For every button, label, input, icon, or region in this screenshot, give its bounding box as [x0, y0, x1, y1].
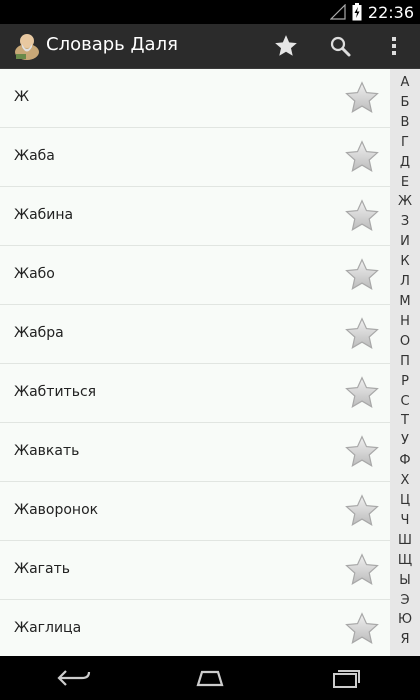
home-button[interactable] [188, 663, 232, 693]
word-label: Жаба [14, 148, 55, 164]
index-letter[interactable]: Р [390, 372, 420, 392]
word-row[interactable]: Ж [0, 69, 390, 128]
star-icon [345, 199, 379, 232]
word-label: Жагать [14, 561, 70, 577]
back-button[interactable] [52, 663, 96, 693]
overflow-menu-icon [392, 37, 396, 55]
index-letter[interactable]: О [390, 332, 420, 352]
star-icon [345, 553, 379, 586]
index-letter[interactable]: Ч [390, 511, 420, 531]
index-letter[interactable]: У [390, 431, 420, 451]
word-label: Жаглица [14, 620, 82, 636]
index-letter[interactable]: Ы [390, 571, 420, 591]
word-row[interactable]: Жаглица [0, 600, 390, 659]
index-letter[interactable]: С [390, 392, 420, 412]
index-letter[interactable]: М [390, 292, 420, 312]
favorite-toggle[interactable] [344, 434, 380, 470]
star-icon [345, 317, 379, 350]
index-letter[interactable]: Б [390, 93, 420, 113]
clock: 22:36 [367, 2, 414, 22]
favorite-toggle[interactable] [344, 493, 380, 529]
favorite-toggle[interactable] [344, 552, 380, 588]
word-label: Жабо [14, 266, 55, 282]
word-label: Жаворонок [14, 502, 99, 518]
star-icon [345, 258, 379, 291]
overflow-menu-button[interactable] [378, 30, 410, 62]
star-icon [345, 435, 379, 468]
favorite-toggle[interactable] [344, 257, 380, 293]
star-icon [345, 494, 379, 527]
back-icon [57, 670, 91, 686]
star-icon [275, 35, 297, 56]
word-row[interactable]: Жаба [0, 128, 390, 187]
recents-button[interactable] [324, 663, 368, 693]
app-logo-icon [12, 30, 42, 60]
index-letter[interactable]: Г [390, 133, 420, 153]
favorite-toggle[interactable] [344, 198, 380, 234]
status-icons: 22:36 [329, 2, 414, 22]
word-row[interactable]: Жагать [0, 541, 390, 600]
word-label: Жабтиться [14, 384, 97, 400]
index-letter[interactable]: Я [390, 630, 420, 650]
status-bar: 22:36 [0, 0, 420, 24]
favorite-toggle[interactable] [344, 611, 380, 647]
word-row[interactable]: Жабо [0, 246, 390, 305]
word-list[interactable]: Ж Жаба Жабина Жабо Жабра Жабтиться Жавкать Жаво… [0, 69, 390, 659]
index-letter[interactable]: Ц [390, 491, 420, 511]
index-letter[interactable]: Ш [390, 531, 420, 551]
star-icon [345, 81, 379, 114]
star-icon [345, 140, 379, 173]
index-letter[interactable]: Д [390, 153, 420, 173]
word-row[interactable]: Жабра [0, 305, 390, 364]
star-icon [345, 376, 379, 409]
index-letter[interactable]: Л [390, 272, 420, 292]
search-icon [330, 36, 351, 57]
index-letter[interactable]: Ю [390, 610, 420, 630]
recents-icon [333, 670, 360, 688]
dictionary-content: Ж Жаба Жабина Жабо Жабра Жабтиться Жавкать Жаво… [0, 69, 420, 659]
index-letter[interactable]: К [390, 252, 420, 272]
word-row[interactable]: Жабтиться [0, 364, 390, 423]
index-letter[interactable]: Е [390, 173, 420, 193]
index-letter[interactable]: И [390, 232, 420, 252]
signal-icon [329, 4, 346, 20]
index-letter[interactable]: З [390, 212, 420, 232]
favorite-toggle[interactable] [344, 375, 380, 411]
word-label: Ж [14, 89, 30, 105]
index-letter[interactable]: Н [390, 312, 420, 332]
word-row[interactable]: Жаворонок [0, 482, 390, 541]
index-letter[interactable]: А [390, 73, 420, 93]
word-row[interactable]: Жавкать [0, 423, 390, 482]
index-letter[interactable]: Т [390, 411, 420, 431]
action-bar: Словарь Даля [0, 24, 420, 69]
word-label: Жабина [14, 207, 74, 223]
index-letter[interactable]: Щ [390, 551, 420, 571]
favorites-button[interactable] [270, 30, 302, 62]
index-letter[interactable]: Ж [390, 192, 420, 212]
index-letter[interactable]: В [390, 113, 420, 133]
alphabet-index[interactable]: АБВГДЕЖЗИКЛМНОПРСТУФХЦЧШЩЫЭЮЯ [390, 69, 420, 656]
navigation-bar [0, 656, 420, 700]
favorite-toggle[interactable] [344, 80, 380, 116]
index-letter[interactable]: Ф [390, 451, 420, 471]
app-title: Словарь Даля [46, 34, 178, 55]
search-button[interactable] [324, 30, 356, 62]
word-row[interactable]: Жабина [0, 187, 390, 246]
word-label: Жабра [14, 325, 64, 341]
battery-charging-icon [352, 3, 362, 21]
star-icon [345, 612, 379, 645]
favorite-toggle[interactable] [344, 316, 380, 352]
word-label: Жавкать [14, 443, 80, 459]
index-letter[interactable]: Э [390, 591, 420, 611]
index-letter[interactable]: Х [390, 471, 420, 491]
index-letter[interactable]: П [390, 352, 420, 372]
home-icon [196, 670, 224, 687]
favorite-toggle[interactable] [344, 139, 380, 175]
